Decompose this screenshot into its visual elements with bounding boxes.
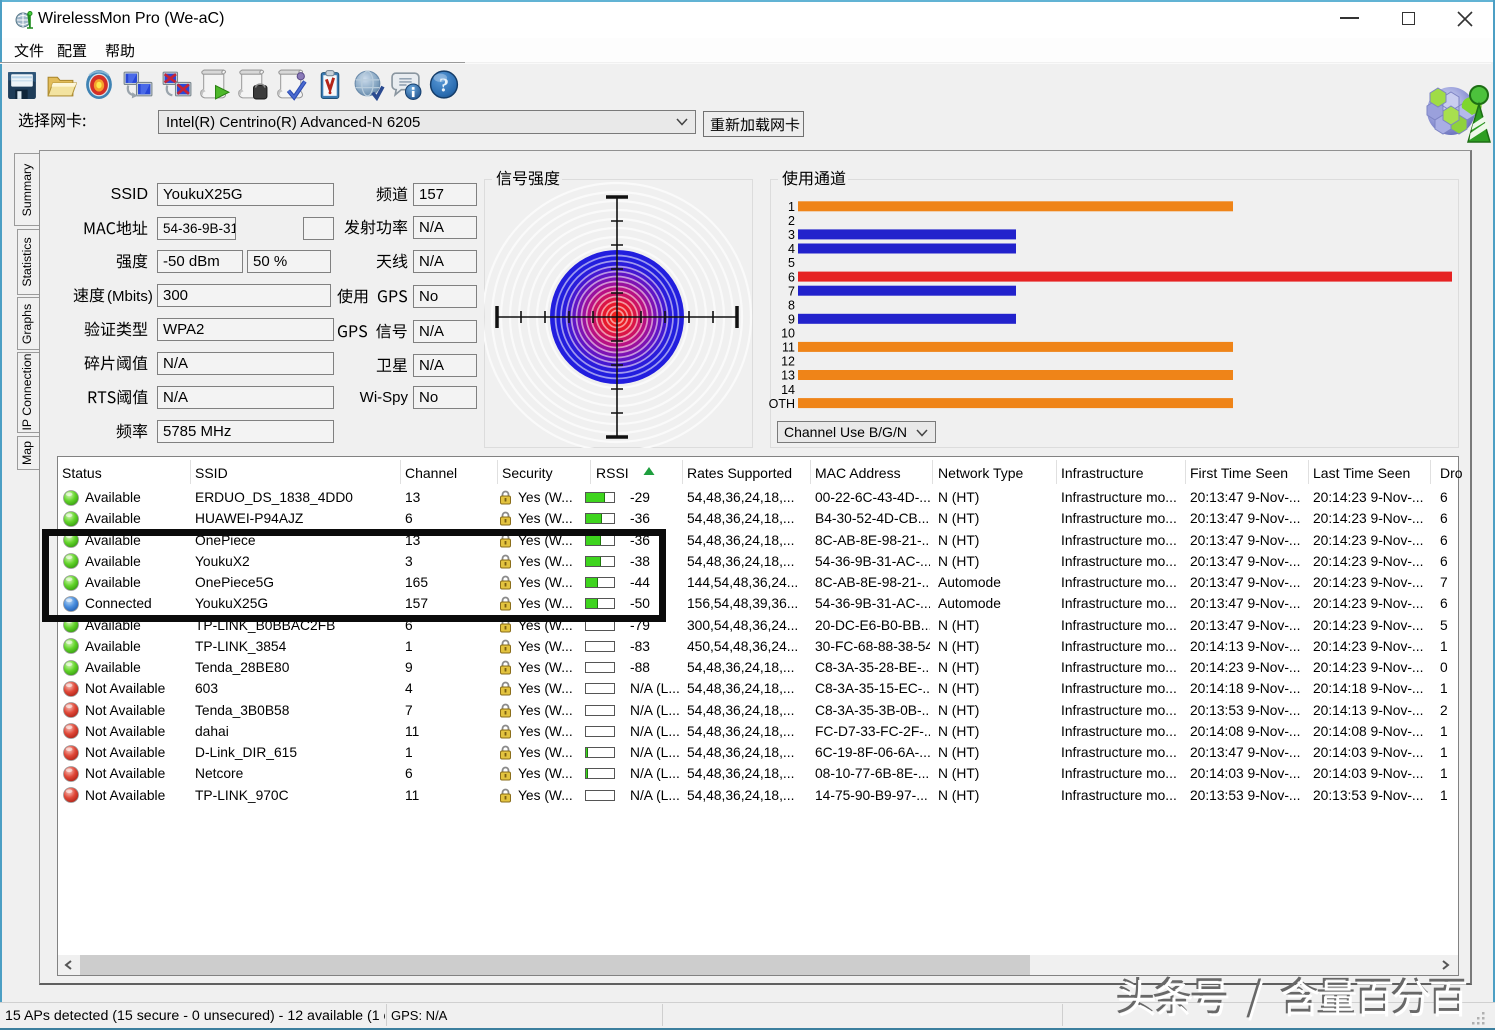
svg-text:1: 1 xyxy=(788,200,795,214)
svg-text:6: 6 xyxy=(788,270,795,284)
svg-text:14: 14 xyxy=(781,383,795,397)
svg-text:11: 11 xyxy=(782,341,795,355)
svg-text:9: 9 xyxy=(788,313,795,327)
svg-text:8: 8 xyxy=(788,298,795,312)
svg-text:12: 12 xyxy=(781,355,795,369)
svg-text:2: 2 xyxy=(788,214,795,228)
svg-text:13: 13 xyxy=(781,369,795,383)
svg-text:3: 3 xyxy=(788,228,795,242)
svg-text:?: ? xyxy=(439,76,449,97)
svg-text:4: 4 xyxy=(788,242,795,256)
svg-text:7: 7 xyxy=(788,284,795,298)
svg-text:5: 5 xyxy=(788,256,795,270)
svg-text:10: 10 xyxy=(781,327,795,341)
svg-text:OTH: OTH xyxy=(769,397,795,411)
